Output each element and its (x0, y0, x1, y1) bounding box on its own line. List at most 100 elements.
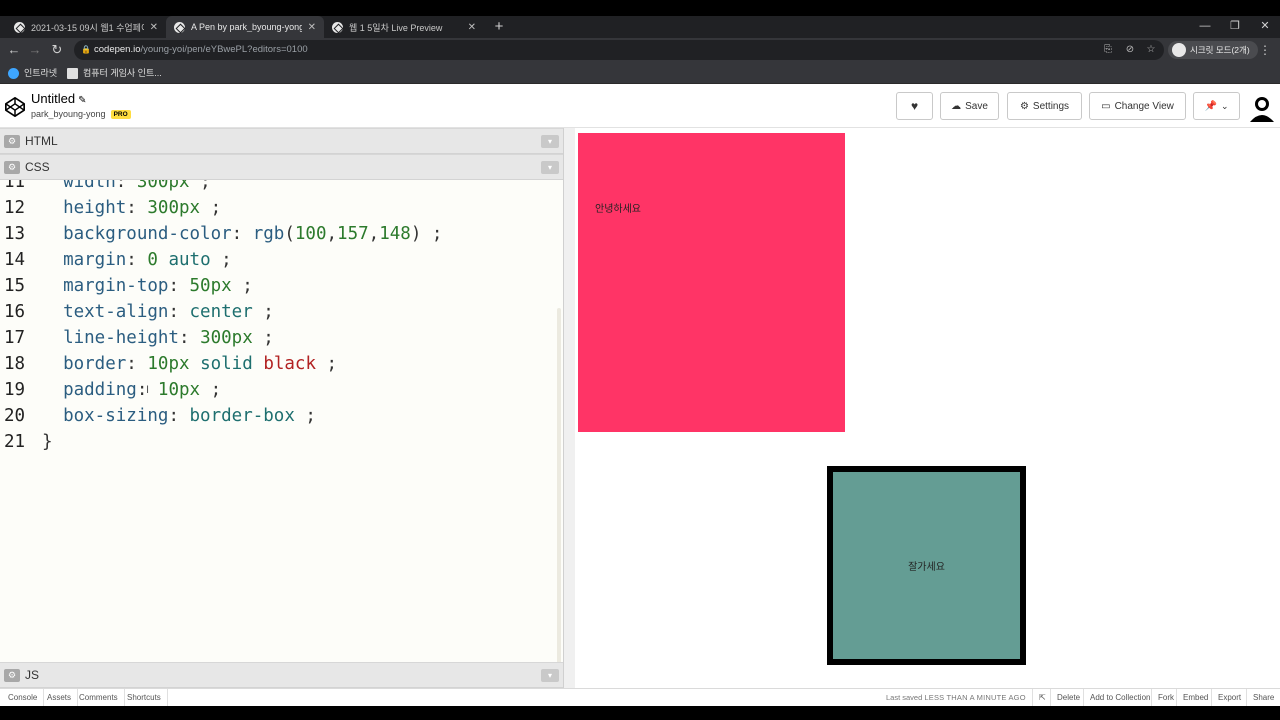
code-token: height (63, 198, 127, 218)
address-bar[interactable]: 🔒 codepen.io/young-yoi/pen/eYBwePL?edito… (74, 40, 1164, 60)
chevron-down-icon[interactable]: ▾ (541, 669, 559, 682)
save-button[interactable]: ☁ Save (940, 92, 999, 120)
gear-icon[interactable]: ⚙ (4, 135, 20, 148)
pane-resize-handle[interactable] (563, 128, 575, 688)
browser-tab-class-page[interactable]: 2021-03-15 09시 웹1 수업페이지 ✕ (6, 16, 166, 38)
pen-owner[interactable]: park_byoung-yong PRO (31, 109, 131, 119)
change-view-button[interactable]: ▭ Change View (1089, 92, 1186, 120)
embed-button[interactable]: Embed (1176, 689, 1214, 707)
css-panel-header[interactable]: ⚙ CSS ▾ (0, 154, 563, 180)
code-line[interactable]: 18 border: 10px solid black ; (0, 351, 563, 377)
bookmark-academy[interactable]: 컴퓨터 게임사 인트... (67, 65, 162, 81)
bookmark-intranet[interactable]: 인트라넷 (8, 65, 57, 81)
browser-tab-live-preview[interactable]: 웹 1 5일차 Live Preview ✕ (324, 16, 484, 38)
bookmark-label: 인트라넷 (24, 68, 58, 78)
code-token: : (231, 224, 253, 244)
code-line[interactable]: 16 text-align: center ; (0, 299, 563, 325)
translate-icon[interactable]: ⎘ (1100, 42, 1116, 58)
code-token: ; (200, 380, 222, 400)
code-text: margin: 0 auto ; (42, 247, 232, 273)
code-line[interactable]: 15 margin-top: 50px ; (0, 273, 563, 299)
edit-pencil-icon[interactable]: ✎ (78, 95, 86, 106)
settings-button[interactable]: ⚙ Settings (1007, 92, 1082, 120)
code-text: text-align: center ; (42, 299, 274, 325)
close-tab-icon[interactable]: ✕ (150, 22, 158, 33)
new-tab-button[interactable]: + (490, 16, 508, 38)
code-token: center (189, 302, 253, 322)
code-line[interactable]: 20 box-sizing: border-box ; (0, 403, 563, 429)
code-token: box-sizing (63, 406, 169, 426)
line-number: 13 (4, 224, 26, 244)
chevron-down-icon[interactable]: ▾ (541, 135, 559, 148)
codepen-footer: Console Assets Comments Shortcuts Last s… (0, 688, 1280, 707)
chevron-down-icon: ⌄ (1220, 100, 1229, 111)
codepen-favicon-icon (332, 21, 343, 33)
close-tab-icon[interactable]: ✕ (308, 22, 316, 33)
love-button[interactable]: ♥ (896, 92, 933, 120)
js-panel-header[interactable]: ⚙ JS ▾ (0, 662, 563, 688)
codepen-logo-icon[interactable] (4, 96, 26, 118)
line-number: 18 (4, 354, 26, 374)
code-token: auto (168, 250, 211, 270)
editor-scrollbar[interactable] (557, 308, 561, 668)
export-button[interactable]: Export (1211, 689, 1247, 707)
code-token: ; (252, 302, 274, 322)
code-line[interactable]: 11 width: 300px ; (0, 180, 563, 195)
save-label: Save (965, 100, 988, 112)
screen: 2021-03-15 09시 웹1 수업페이지 ✕ A Pen by park_… (0, 0, 1280, 720)
code-text: height: 300px ; (42, 195, 221, 221)
js-panel-label: JS (25, 668, 40, 682)
back-arrow-icon[interactable]: ← (5, 41, 23, 59)
incognito-indicator[interactable]: 시크릿 모드(2개) (1168, 41, 1258, 59)
code-line[interactable]: 14 margin: 0 auto ; (0, 247, 563, 273)
code-line[interactable]: 13 background-color: rgb(100,157,148) ; (0, 221, 563, 247)
browser-tab-pen[interactable]: A Pen by park_byoung-yong ✕ (166, 16, 324, 38)
user-avatar-icon[interactable] (1248, 94, 1276, 122)
code-token: : (168, 406, 190, 426)
forward-arrow-icon[interactable]: → (26, 41, 44, 59)
preview-box-greeting: 안녕하세요 (578, 133, 845, 432)
pin-menu-button[interactable]: 📌 ⌄ (1193, 92, 1240, 120)
share-button[interactable]: Share (1246, 689, 1280, 707)
delete-button[interactable]: Delete (1050, 689, 1086, 707)
close-tab-icon[interactable]: ✕ (468, 22, 476, 33)
code-token: ; (200, 198, 222, 218)
pen-title[interactable]: Untitled ✎ (31, 91, 86, 106)
code-text: width: 300px ; (42, 180, 211, 195)
line-number: 14 (4, 250, 26, 270)
code-token: 100 (294, 224, 327, 244)
code-line[interactable]: 17 line-height: 300px ; (0, 325, 563, 351)
comments-button[interactable]: Comments (73, 689, 125, 707)
html-panel-header[interactable]: ⚙ HTML ▾ (0, 128, 563, 154)
code-token: : (168, 276, 190, 296)
close-window-icon[interactable]: ✕ (1250, 16, 1280, 36)
gear-icon[interactable]: ⚙ (4, 161, 20, 174)
code-token: ; (294, 406, 316, 426)
restore-window-icon[interactable]: ❐ (1220, 16, 1250, 36)
minimize-window-icon[interactable]: — (1190, 16, 1220, 36)
code-token: width (63, 180, 116, 192)
tracking-blocked-icon[interactable]: ⊘ (1122, 42, 1138, 58)
shortcuts-button[interactable]: Shortcuts (121, 689, 168, 707)
browser-menu-icon[interactable]: ⋮ (1258, 41, 1272, 59)
code-token: black (263, 354, 316, 374)
chevron-down-icon[interactable]: ▾ (541, 161, 559, 174)
console-button[interactable]: Console (2, 689, 45, 707)
bookmark-star-icon[interactable]: ☆ (1143, 42, 1159, 58)
bookmark-label: 컴퓨터 게임사 인트... (83, 68, 162, 78)
code-text: border: 10px solid black ; (42, 351, 337, 377)
open-external-icon[interactable]: ⇱ (1032, 689, 1052, 707)
code-line[interactable]: 19 padding: 10px ; (0, 377, 563, 403)
reload-icon[interactable]: ↻ (48, 41, 66, 59)
codepen-favicon-icon (14, 21, 25, 33)
code-line[interactable]: 21} (0, 429, 563, 455)
text-cursor-icon: I (146, 384, 150, 396)
add-to-collection-button[interactable]: Add to Collection (1083, 689, 1156, 707)
code-token: : (126, 354, 148, 374)
gear-icon[interactable]: ⚙ (4, 669, 20, 682)
code-line[interactable]: 12 height: 300px ; (0, 195, 563, 221)
code-token: line-height (63, 328, 179, 348)
css-code-editor[interactable]: 11 width: 300px ; 12 height: 300px ; 13 ba… (0, 180, 563, 662)
